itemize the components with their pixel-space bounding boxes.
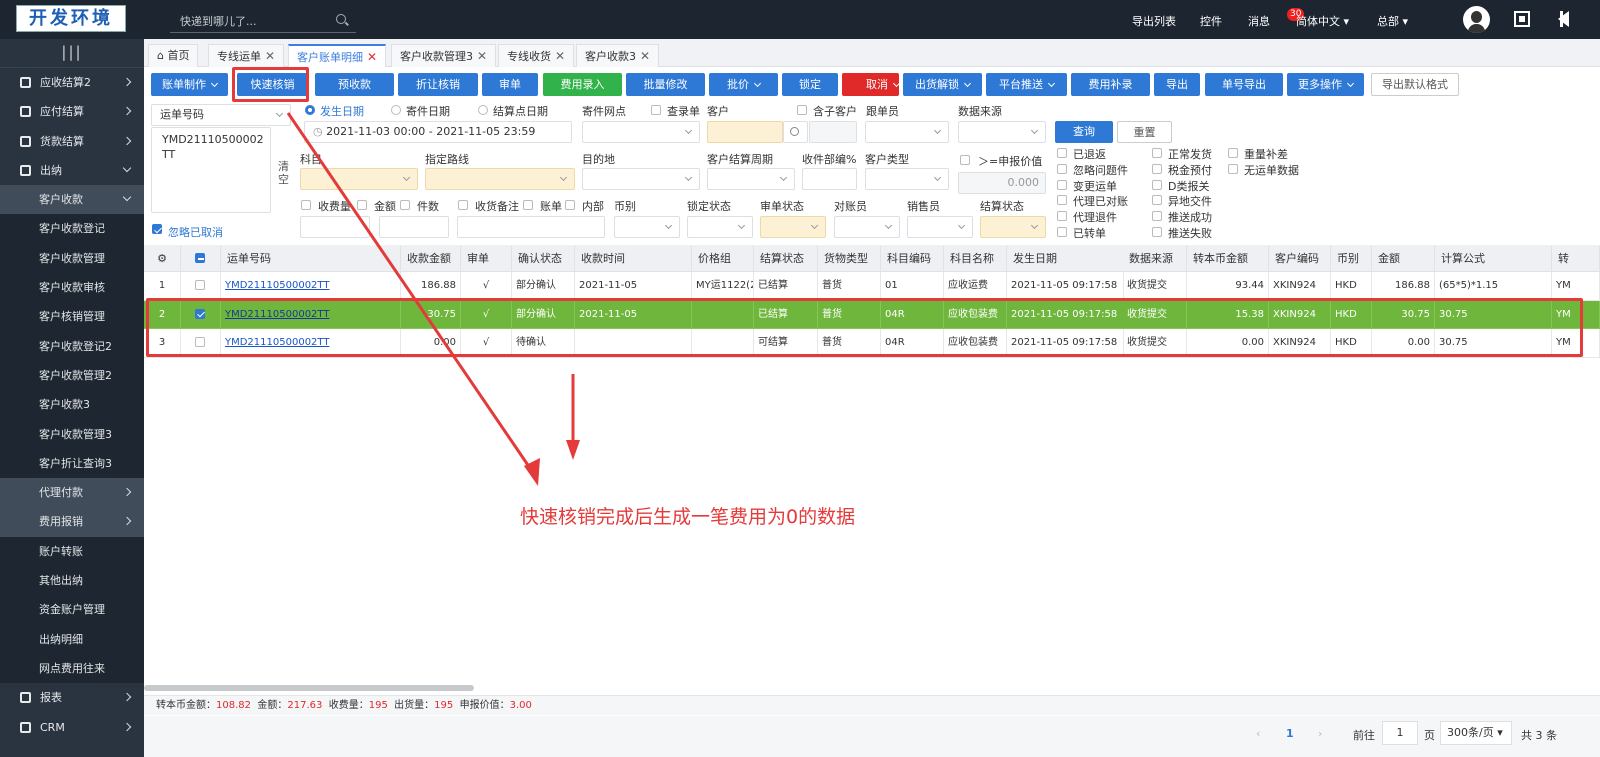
annotation-arrows bbox=[286, 112, 580, 486]
annotation-text: 快速核销完成后生成一笔费用为0的数据 bbox=[520, 506, 856, 528]
